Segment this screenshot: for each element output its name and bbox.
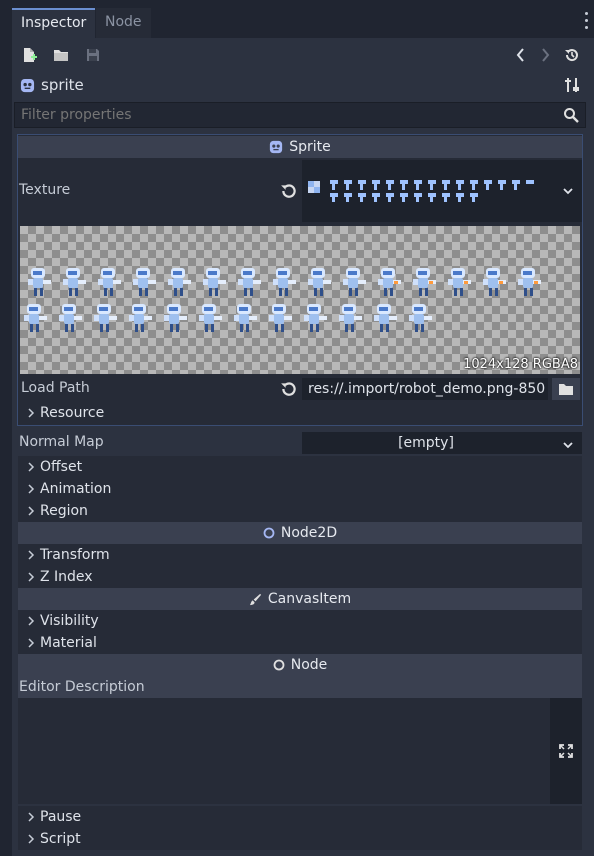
texture-thumbnail: [308, 180, 534, 202]
folder-open-icon[interactable]: [50, 44, 72, 66]
category-sprite: Sprite: [18, 136, 582, 158]
folder-icon[interactable]: [552, 378, 580, 400]
section-label: Animation: [40, 481, 112, 497]
save-icon[interactable]: [82, 44, 104, 66]
chevron-right-icon: [22, 462, 40, 472]
normal-map-picker[interactable]: [empty]: [302, 432, 582, 454]
section-transform[interactable]: Transform: [18, 544, 582, 566]
section-label: Visibility: [40, 613, 99, 629]
reload-icon[interactable]: [280, 182, 298, 204]
chevron-left-icon[interactable]: [510, 44, 532, 66]
sprite-icon: [20, 78, 35, 93]
node2d-icon: [263, 527, 275, 539]
search-icon: [563, 107, 579, 127]
chevron-right-icon: [22, 834, 40, 844]
tools-icon[interactable]: [561, 74, 583, 96]
category-node: Node: [18, 654, 582, 676]
node-icon: [273, 659, 285, 671]
load-path-field[interactable]: res://.import/robot_demo.png-850: [302, 378, 548, 400]
object-name: sprite: [41, 76, 84, 94]
chevron-right-icon: [22, 572, 40, 582]
section-visibility[interactable]: Visibility: [18, 610, 582, 632]
filter-properties-field[interactable]: [14, 102, 586, 128]
section-region[interactable]: Region: [18, 500, 582, 522]
texture-label: Texture: [19, 182, 71, 198]
section-pause[interactable]: Pause: [18, 806, 582, 828]
section-label: Resource: [40, 405, 105, 421]
section-label: Transform: [40, 547, 110, 563]
chevron-right-icon: [22, 550, 40, 560]
texture-preview: 1024x128 RGBA8: [20, 226, 580, 374]
filter-properties-input[interactable]: [15, 103, 567, 127]
load-path-label: Load Path: [21, 380, 90, 396]
category-title: Node2D: [280, 525, 338, 541]
chevron-right-icon[interactable]: [534, 44, 556, 66]
new-resource-icon[interactable]: [18, 44, 40, 66]
expand-icon[interactable]: [550, 698, 582, 804]
section-label: Region: [40, 503, 88, 519]
tab-inspector[interactable]: Inspector: [12, 8, 96, 38]
section-label: Offset: [40, 459, 83, 475]
editor-description-textarea[interactable]: [18, 698, 550, 804]
chevron-right-icon: [22, 506, 40, 516]
image-info: 1024x128 RGBA8: [463, 357, 578, 372]
section-label: Z Index: [40, 569, 93, 585]
chevron-right-icon: [22, 616, 40, 626]
section-material[interactable]: Material: [18, 632, 582, 654]
chevron-right-icon: [22, 484, 40, 494]
normal-map-label: Normal Map: [19, 434, 104, 450]
section-label: Script: [40, 831, 81, 847]
texture-resource-picker[interactable]: [302, 160, 582, 222]
chevron-down-icon[interactable]: [562, 438, 574, 454]
chevron-down-icon[interactable]: [562, 184, 574, 200]
tab-node[interactable]: Node: [96, 8, 151, 38]
chevron-right-icon: [22, 812, 40, 822]
brush-icon: [249, 593, 262, 606]
object-header[interactable]: sprite: [20, 74, 220, 96]
normal-map-value: [empty]: [398, 435, 454, 451]
chevron-right-icon: [22, 408, 40, 418]
section-z-index[interactable]: Z Index: [18, 566, 582, 588]
dock-menu-icon[interactable]: [584, 12, 590, 34]
category-title: Sprite: [289, 139, 331, 155]
history-icon[interactable]: [561, 44, 583, 66]
category-node2d: Node2D: [18, 522, 582, 544]
reload-icon[interactable]: [280, 380, 298, 402]
section-resource[interactable]: Resource: [18, 402, 582, 424]
section-script[interactable]: Script: [18, 828, 582, 850]
dock-tab-bar: Inspector Node: [0, 0, 594, 38]
section-label: Pause: [40, 809, 82, 825]
section-offset[interactable]: Offset: [18, 456, 582, 478]
category-title: Node: [290, 657, 328, 673]
category-title: CanvasItem: [267, 591, 352, 607]
chevron-right-icon: [22, 638, 40, 648]
section-animation[interactable]: Animation: [18, 478, 582, 500]
editor-description-label: Editor Description: [18, 676, 582, 698]
section-label: Material: [40, 635, 97, 651]
robot-spritesheet: [24, 268, 541, 332]
category-canvasitem: CanvasItem: [18, 588, 582, 610]
sprite-icon: [269, 140, 283, 154]
